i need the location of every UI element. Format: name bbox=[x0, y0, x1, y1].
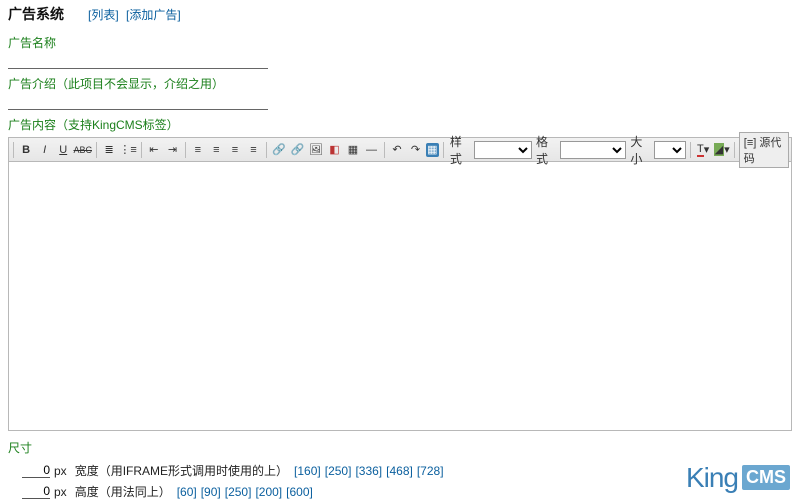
ad-content-label: 广告内容（支持KingCMS标签） bbox=[8, 116, 792, 133]
strike-button[interactable]: ABC bbox=[73, 140, 92, 160]
add-ad-link[interactable]: [添加广告] bbox=[126, 8, 181, 22]
align-right-icon[interactable]: ≡ bbox=[227, 140, 244, 160]
image-icon[interactable]: 🖼 bbox=[308, 140, 325, 160]
align-left-icon[interactable]: ≡ bbox=[190, 140, 207, 160]
source-button[interactable]: [≡] 源代码 bbox=[739, 132, 789, 168]
format-dropdown[interactable] bbox=[560, 141, 627, 159]
undo-icon[interactable]: ↶ bbox=[389, 140, 406, 160]
height-desc: 高度（用法同上） bbox=[75, 483, 171, 500]
underline-button[interactable]: U bbox=[55, 140, 72, 160]
ad-name-label: 广告名称 bbox=[8, 34, 792, 51]
ad-name-input[interactable] bbox=[8, 53, 268, 69]
page-title: 广告系统 bbox=[8, 4, 64, 24]
height-unit: px bbox=[54, 485, 67, 499]
bgcolor-icon[interactable]: ◢▾ bbox=[713, 140, 730, 160]
redo-icon[interactable]: ↷ bbox=[407, 140, 424, 160]
editor-textarea[interactable] bbox=[8, 161, 792, 431]
width-input[interactable] bbox=[22, 463, 50, 478]
style-label: 样式 bbox=[448, 133, 472, 167]
editor-toolbar: B I U ABC ≣ ⋮≡ ⇤ ⇥ ≡ ≡ ≡ ≡ 🔗 🔗 🖼 ◧ ▦ — ↶… bbox=[8, 137, 792, 161]
style-dropdown[interactable] bbox=[474, 141, 532, 159]
width-preset[interactable]: [160] bbox=[294, 464, 321, 478]
height-preset[interactable]: [600] bbox=[286, 485, 313, 499]
table-icon[interactable]: ▦ bbox=[345, 140, 362, 160]
align-justify-icon[interactable]: ≡ bbox=[245, 140, 262, 160]
height-preset[interactable]: [90] bbox=[201, 485, 221, 499]
width-preset[interactable]: [250] bbox=[325, 464, 352, 478]
width-preset[interactable]: [468] bbox=[386, 464, 413, 478]
width-desc: 宽度（用IFRAME形式调用时使用的上） bbox=[75, 462, 288, 479]
ad-intro-label: 广告介绍（此项目不会显示，介绍之用） bbox=[8, 75, 792, 92]
height-preset[interactable]: [60] bbox=[177, 485, 197, 499]
height-preset[interactable]: [200] bbox=[255, 485, 282, 499]
dimensions-label: 尺寸 bbox=[8, 439, 792, 456]
width-unit: px bbox=[54, 464, 67, 478]
format-label: 格式 bbox=[534, 133, 558, 167]
height-input[interactable] bbox=[22, 484, 50, 499]
flash-icon[interactable]: ◧ bbox=[326, 140, 343, 160]
size-dropdown[interactable] bbox=[654, 141, 686, 159]
hr-icon[interactable]: — bbox=[363, 140, 380, 160]
brand-logo: KingCMS bbox=[686, 462, 790, 494]
size-label: 大小 bbox=[628, 133, 652, 167]
textcolor-icon[interactable]: T▾ bbox=[695, 140, 712, 160]
width-preset[interactable]: [336] bbox=[355, 464, 382, 478]
width-preset[interactable]: [728] bbox=[417, 464, 444, 478]
link-icon[interactable]: 🔗 bbox=[271, 140, 288, 160]
height-preset[interactable]: [250] bbox=[225, 485, 252, 499]
select-all-icon[interactable]: ▦ bbox=[426, 143, 439, 157]
bold-button[interactable]: B bbox=[18, 140, 35, 160]
ad-intro-input[interactable] bbox=[8, 94, 268, 110]
unlink-icon[interactable]: 🔗 bbox=[289, 140, 306, 160]
italic-button[interactable]: I bbox=[36, 140, 53, 160]
indent-icon[interactable]: ⇥ bbox=[164, 140, 181, 160]
list-ul-icon[interactable]: ⋮≡ bbox=[119, 140, 136, 160]
align-center-icon[interactable]: ≡ bbox=[208, 140, 225, 160]
list-ol-icon[interactable]: ≣ bbox=[101, 140, 118, 160]
outdent-icon[interactable]: ⇤ bbox=[146, 140, 163, 160]
list-link[interactable]: [列表] bbox=[88, 8, 119, 22]
